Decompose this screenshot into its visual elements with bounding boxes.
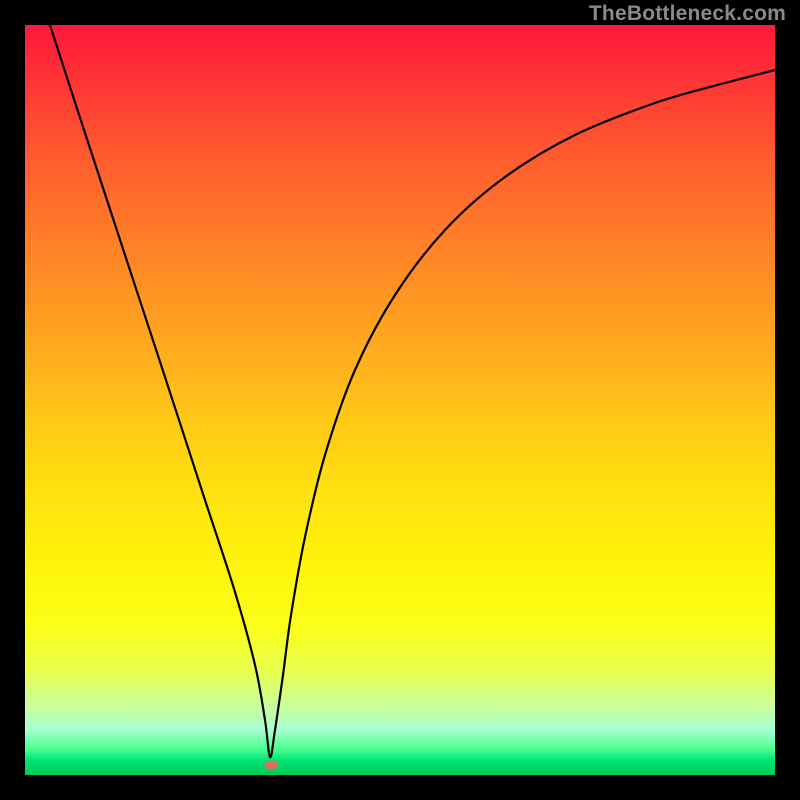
plot-area xyxy=(25,25,775,775)
bottleneck-curve xyxy=(25,25,775,775)
minimum-marker xyxy=(265,761,278,770)
chart-frame xyxy=(25,25,775,775)
watermark-text: TheBottleneck.com xyxy=(589,2,786,26)
